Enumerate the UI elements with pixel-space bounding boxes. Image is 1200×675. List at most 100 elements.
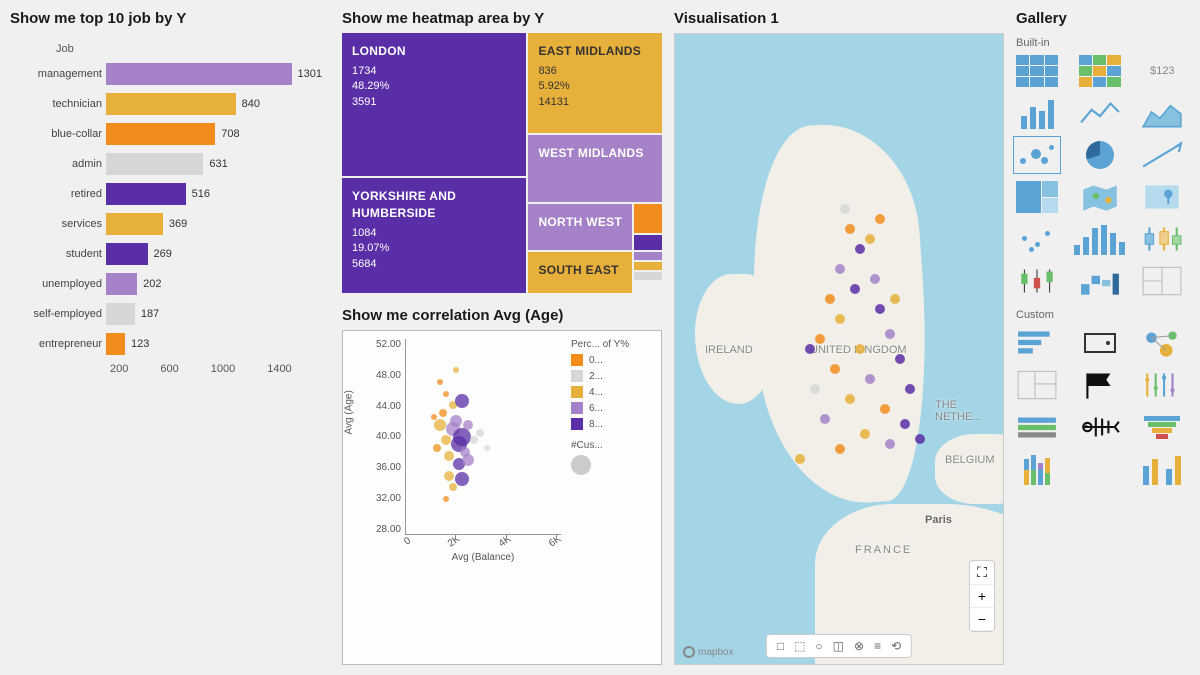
map-fullscreen-button[interactable]: ⛶ (970, 561, 994, 585)
gallery-icon-histogram[interactable] (1079, 223, 1121, 255)
gallery-icon-boxplot[interactable] (1141, 223, 1183, 255)
map-point[interactable] (865, 234, 875, 244)
map-point[interactable] (835, 314, 845, 324)
map-point[interactable] (865, 374, 875, 384)
scatter-point[interactable] (470, 436, 478, 444)
gallery-icon-table[interactable] (1016, 55, 1058, 87)
map-zoom-out-button[interactable]: − (970, 608, 994, 631)
map-point[interactable] (895, 354, 905, 364)
bar-row[interactable]: retired516 (18, 183, 322, 205)
gallery-icon-bubbles[interactable] (1016, 223, 1058, 255)
gallery-icon-scatter[interactable] (1016, 139, 1058, 171)
bar-row[interactable]: blue-collar708 (18, 123, 322, 145)
scatter-point[interactable] (450, 415, 462, 427)
map-point[interactable] (885, 329, 895, 339)
gallery-icon-flag[interactable] (1079, 369, 1121, 401)
gallery-icon-geomap[interactable] (1079, 181, 1121, 213)
map-point[interactable] (825, 294, 835, 304)
bar-row[interactable]: admin631 (18, 153, 322, 175)
map-tool-button[interactable]: ⟲ (891, 639, 901, 653)
gallery-icon-trend[interactable] (1141, 139, 1183, 171)
gallery-icon-network[interactable] (1141, 327, 1183, 359)
treemap-cell-yorkshire[interactable]: YORKSHIRE AND HUMBERSIDE 1084 19.07% 568… (342, 178, 526, 293)
map-tool-button[interactable]: ⬚ (794, 639, 805, 653)
scatter-point[interactable] (453, 428, 471, 446)
scatter-point[interactable] (434, 419, 446, 431)
scatter-point[interactable] (476, 429, 484, 437)
map-point[interactable] (845, 224, 855, 234)
map-point[interactable] (915, 434, 925, 444)
map-point[interactable] (835, 264, 845, 274)
map-point[interactable] (900, 419, 910, 429)
bar-row[interactable]: student269 (18, 243, 322, 265)
treemap-cell-eastmidlands[interactable]: EAST MIDLANDS 836 5.92% 14131 (528, 33, 662, 133)
treemap-cell-small-1[interactable] (634, 204, 662, 234)
gallery-icon-candlestick[interactable] (1016, 265, 1058, 297)
map-point[interactable] (870, 274, 880, 284)
scatter-point[interactable] (463, 420, 473, 430)
treemap-cell-southeast[interactable]: SOUTH EAST (528, 252, 632, 293)
map-point[interactable] (875, 214, 885, 224)
bar-row[interactable]: unemployed202 (18, 273, 322, 295)
map-point[interactable] (860, 429, 870, 439)
gallery-icon-layout[interactable] (1141, 265, 1183, 297)
map-point[interactable] (805, 344, 815, 354)
treemap-cell-westmidlands[interactable]: WEST MIDLANDS (528, 135, 662, 202)
map-point[interactable] (845, 394, 855, 404)
gallery-icon-kpi[interactable]: $123 (1141, 55, 1183, 87)
gallery-icon-map-pin[interactable] (1141, 181, 1183, 213)
scatter-point[interactable] (437, 379, 443, 385)
gallery-icon-stacked-bar[interactable] (1016, 453, 1058, 485)
map-point[interactable] (880, 404, 890, 414)
map-tool-button[interactable]: ≡ (874, 639, 881, 653)
map-point[interactable] (795, 454, 805, 464)
scatter-point[interactable] (449, 483, 457, 491)
treemap-strip[interactable] (634, 262, 662, 270)
bar-chart[interactable]: Job management1301technician840blue-coll… (10, 33, 330, 383)
scatter-point[interactable] (433, 444, 441, 452)
scatter-point[interactable] (431, 414, 437, 420)
treemap-cell-small-2[interactable] (634, 235, 662, 250)
map-tool-button[interactable]: ○ (815, 639, 822, 653)
map-point[interactable] (830, 364, 840, 374)
bar-row[interactable]: management1301 (18, 63, 322, 85)
scatter-point[interactable] (462, 454, 474, 466)
gallery-icon-waterfall[interactable] (1079, 265, 1121, 297)
bar-row[interactable]: services369 (18, 213, 322, 235)
map-point[interactable] (890, 294, 900, 304)
gallery-icon-card[interactable] (1079, 327, 1121, 359)
map-tool-button[interactable]: ◫ (833, 639, 844, 653)
scatter-point[interactable] (444, 471, 454, 481)
map-zoom-in-button[interactable]: + (970, 585, 994, 608)
map-point[interactable] (885, 439, 895, 449)
gallery-icon-funnel[interactable] (1141, 411, 1183, 443)
map-point[interactable] (815, 334, 825, 344)
bar-row[interactable]: entrepreneur123 (18, 333, 322, 355)
scatter-point[interactable] (455, 394, 469, 408)
scatter-plot[interactable]: Avg (Age) 52.0048.0044.0040.0036.0032.00… (342, 330, 662, 665)
scatter-point[interactable] (453, 367, 459, 373)
map-point[interactable] (875, 304, 885, 314)
scatter-point[interactable] (439, 409, 447, 417)
gallery-icon-crosstab[interactable] (1079, 55, 1121, 87)
treemap-strip[interactable] (634, 272, 662, 280)
gallery-icon-stripes[interactable] (1016, 411, 1058, 443)
gallery-icon-parallel[interactable] (1141, 369, 1183, 401)
treemap-cell-northwest[interactable]: NORTH WEST (528, 204, 632, 251)
map-tool-button[interactable]: □ (777, 639, 784, 653)
bar-row[interactable]: technician840 (18, 93, 322, 115)
map-point[interactable] (905, 384, 915, 394)
treemap-strip[interactable] (634, 252, 662, 260)
gallery-icon-line[interactable] (1079, 97, 1121, 129)
map-point[interactable] (855, 344, 865, 354)
map-point[interactable] (810, 384, 820, 394)
treemap[interactable]: LONDON 1734 48.29% 3591 YORKSHIRE AND HU… (342, 33, 662, 293)
map-point[interactable] (835, 444, 845, 454)
scatter-point[interactable] (443, 496, 449, 502)
map-point[interactable] (820, 414, 830, 424)
gallery-icon-layout2[interactable] (1016, 369, 1058, 401)
gallery-icon-bars[interactable] (1016, 97, 1058, 129)
map-point[interactable] (840, 204, 850, 214)
gallery-icon-pie[interactable] (1079, 139, 1121, 171)
map-point[interactable] (850, 284, 860, 294)
